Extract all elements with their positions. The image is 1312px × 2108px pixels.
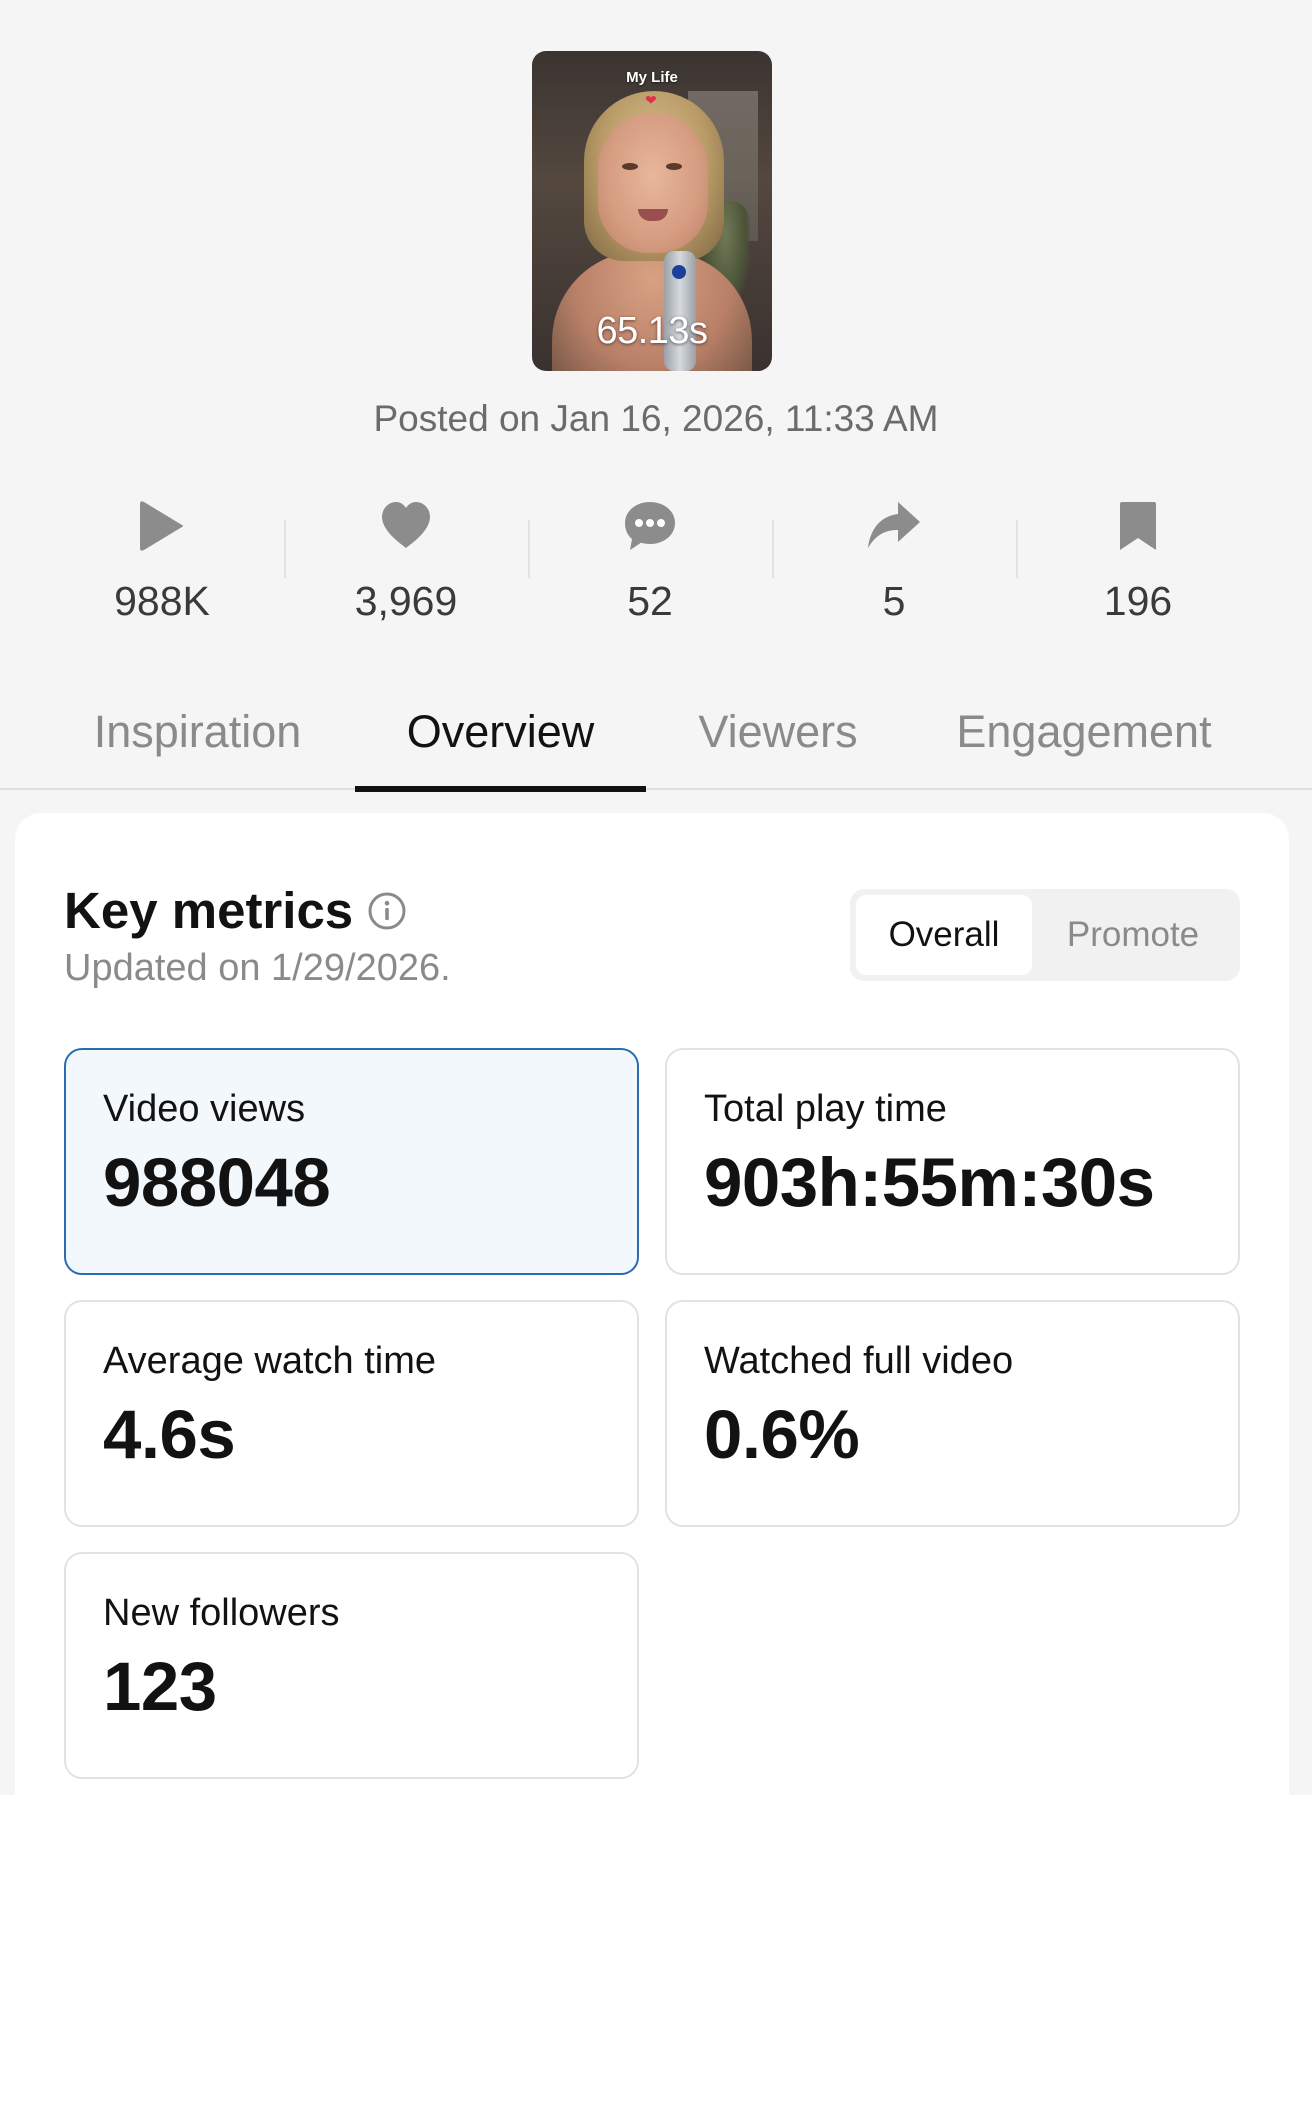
tab-engagement[interactable]: Engagement xyxy=(950,690,1218,790)
stat-comments: 52 xyxy=(528,490,772,630)
metric-value: 123 xyxy=(103,1648,217,1725)
play-icon xyxy=(140,501,183,551)
comment-icon xyxy=(625,502,675,550)
thumbnail-heart-icon: ❤ xyxy=(645,92,657,108)
video-thumbnail[interactable]: My Life ❤ 65.13s xyxy=(532,51,772,371)
stats-row: 988K 3,969 52 5 196 xyxy=(40,490,1260,630)
overall-promote-toggle: Overall Promote xyxy=(850,889,1240,981)
posted-date: Posted on Jan 16, 2026, 11:33 AM xyxy=(373,398,939,439)
share-icon xyxy=(868,502,920,548)
updated-date: Updated on 1/29/2026. xyxy=(64,947,451,989)
thumbnail-face xyxy=(598,113,708,253)
metric-new-followers[interactable]: New followers 123 xyxy=(64,1552,639,1779)
stat-views: 988K xyxy=(40,490,284,630)
heart-icon xyxy=(382,502,430,548)
stat-value: 5 xyxy=(882,578,906,624)
tab-viewers[interactable]: Viewers xyxy=(693,690,863,790)
info-icon[interactable] xyxy=(367,891,407,931)
stat-value: 52 xyxy=(627,578,673,624)
metric-label: Total play time xyxy=(704,1088,947,1130)
stat-value: 988K xyxy=(114,578,210,624)
metric-label: Watched full video xyxy=(704,1340,1014,1382)
bookmark-icon xyxy=(1120,502,1156,550)
stat-shares: 5 xyxy=(772,490,1016,630)
key-metrics-heading: Key metrics xyxy=(64,881,407,940)
thumbnail-title: My Life xyxy=(626,69,678,86)
metric-value: 4.6s xyxy=(103,1396,236,1473)
metric-label: Video views xyxy=(103,1088,306,1130)
thumbnail-eye xyxy=(622,163,638,170)
key-metrics-title: Key metrics xyxy=(64,882,354,939)
tab-inspiration[interactable]: Inspiration xyxy=(85,690,310,790)
key-metrics-card: Key metrics Updated on 1/29/2026. Overal… xyxy=(15,813,1289,1795)
metric-average-watch-time[interactable]: Average watch time 4.6s xyxy=(64,1300,639,1527)
toggle-promote[interactable]: Promote xyxy=(1032,895,1234,975)
video-duration: 65.13s xyxy=(596,310,708,352)
toggle-overall[interactable]: Overall xyxy=(856,895,1032,975)
stat-saves: 196 xyxy=(1016,490,1260,630)
stat-likes: 3,969 xyxy=(284,490,528,630)
metric-watched-full-video[interactable]: Watched full video 0.6% xyxy=(665,1300,1240,1527)
tab-bar: Inspiration Overview Viewers Engagement xyxy=(0,690,1312,792)
analytics-page: My Life ❤ 65.13s Posted on Jan 16, 2026,… xyxy=(0,0,1312,2108)
metric-value: 903h:55m:30s xyxy=(704,1144,1155,1221)
metric-value: 988048 xyxy=(103,1144,331,1221)
metric-video-views[interactable]: Video views 988048 xyxy=(64,1048,639,1275)
thumbnail-eye xyxy=(666,163,682,170)
metric-label: New followers xyxy=(103,1592,340,1634)
metric-total-play-time[interactable]: Total play time 903h:55m:30s xyxy=(665,1048,1240,1275)
metric-label: Average watch time xyxy=(103,1340,437,1382)
stat-value: 196 xyxy=(1103,578,1173,624)
tab-overview[interactable]: Overview xyxy=(355,690,646,792)
metric-value: 0.6% xyxy=(704,1396,860,1473)
stat-value: 3,969 xyxy=(354,578,458,624)
